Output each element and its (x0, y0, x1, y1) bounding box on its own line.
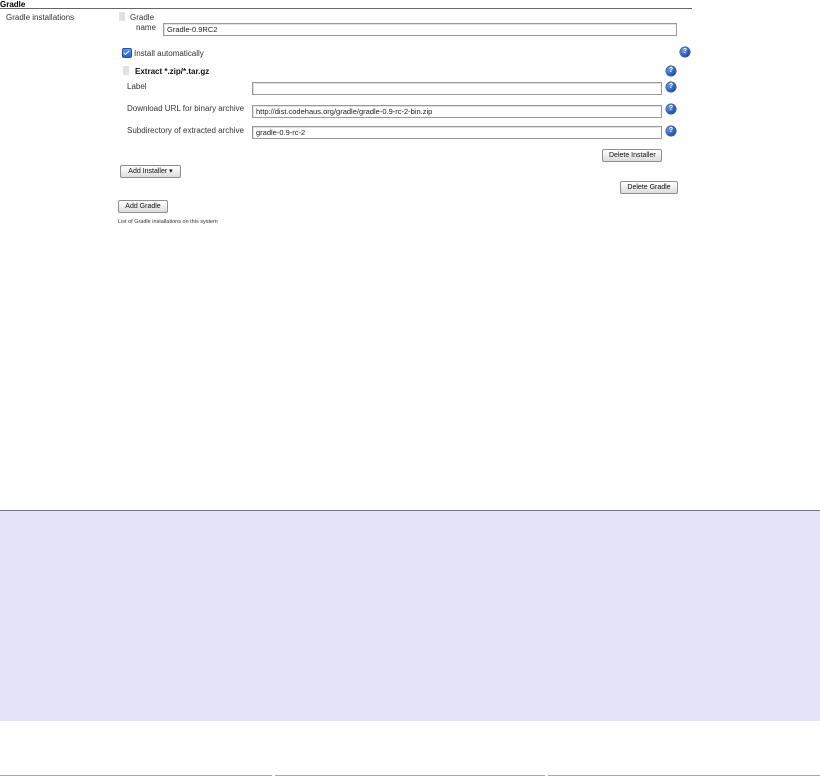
add-installer-button[interactable]: Add Installer ▾ (120, 165, 181, 178)
name-label: name (136, 23, 157, 32)
gradle-name-input[interactable] (163, 23, 677, 36)
delete-installer-button[interactable]: Delete Installer (602, 149, 662, 162)
help-icon[interactable]: ? (666, 82, 676, 92)
installer-title: Extract *.zip/*.tar.gz (135, 67, 210, 76)
footer-divider (0, 775, 272, 776)
footer-divider (548, 775, 820, 776)
install-automatically-checkbox[interactable] (122, 48, 132, 58)
subdirectory-label: Subdirectory of extracted archive (127, 126, 244, 135)
bottom-panel (0, 510, 820, 721)
add-installer-label: Add Installer (128, 168, 168, 175)
installer-label-label: Label (127, 82, 147, 91)
gradle-header: Gradle (130, 13, 155, 22)
subdirectory-input[interactable] (252, 126, 662, 139)
footer-divider (275, 775, 545, 776)
section-divider (0, 8, 692, 9)
gradle-installations-label: Gradle installations (6, 13, 75, 22)
drag-handle-icon[interactable] (123, 66, 129, 75)
help-icon[interactable]: ? (666, 66, 676, 76)
chevron-down-icon: ▾ (169, 168, 173, 175)
delete-gradle-button[interactable]: Delete Gradle (620, 181, 678, 194)
download-url-label: Download URL for binary archive (127, 104, 245, 113)
help-icon[interactable]: ? (666, 104, 676, 114)
installations-caption: List of Gradle installations on this sys… (118, 219, 218, 225)
download-url-input[interactable] (252, 105, 662, 118)
installer-label-input[interactable] (252, 82, 662, 95)
drag-handle-icon[interactable] (119, 12, 125, 21)
help-icon[interactable]: ? (680, 47, 690, 57)
add-gradle-button[interactable]: Add Gradle (118, 200, 168, 213)
help-icon[interactable]: ? (666, 126, 676, 136)
install-automatically-label: Install automatically (134, 49, 204, 58)
